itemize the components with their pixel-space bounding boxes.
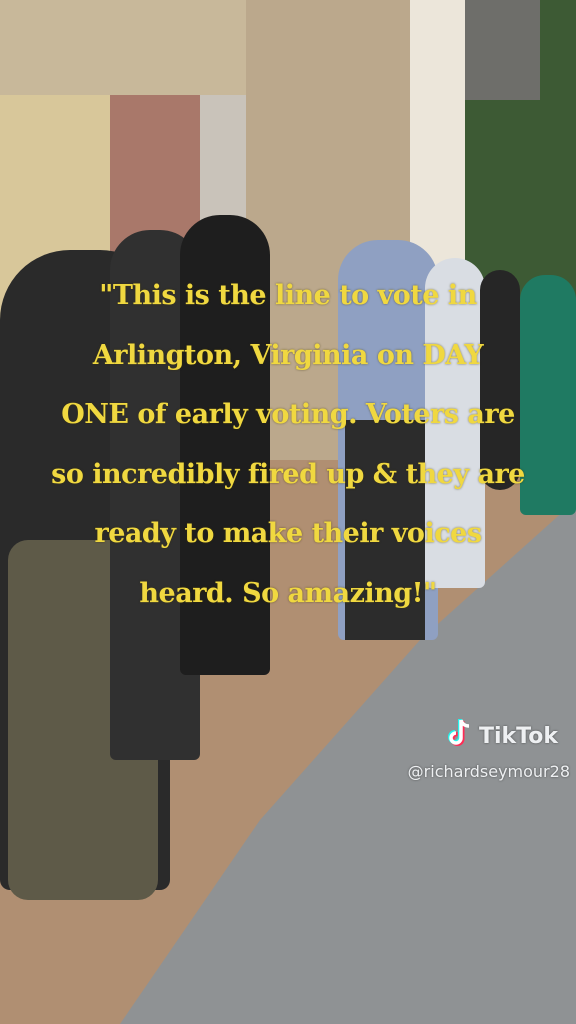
caption-line: heard. So amazing!" xyxy=(139,577,437,609)
caption-line: Arlington, Virginia on DAY xyxy=(92,339,484,371)
creator-handle: @richardseymour28 xyxy=(407,762,570,781)
overhang xyxy=(0,0,250,95)
caption-overlay: "This is the line to vote in Arlington, … xyxy=(0,266,576,623)
caption-line: "This is the line to vote in xyxy=(99,280,477,311)
tiktok-brand: TikTok xyxy=(478,723,558,749)
tiktok-note-icon xyxy=(447,718,473,754)
caption-line: so incredibly fired up & they are xyxy=(51,458,525,490)
tiktok-watermark: TikTok @richardseymour28 xyxy=(360,718,570,781)
caption-line: ready to make their voices xyxy=(94,518,482,549)
background-highrise xyxy=(460,0,540,100)
caption-line: ONE of early voting. Voters are xyxy=(61,399,515,430)
